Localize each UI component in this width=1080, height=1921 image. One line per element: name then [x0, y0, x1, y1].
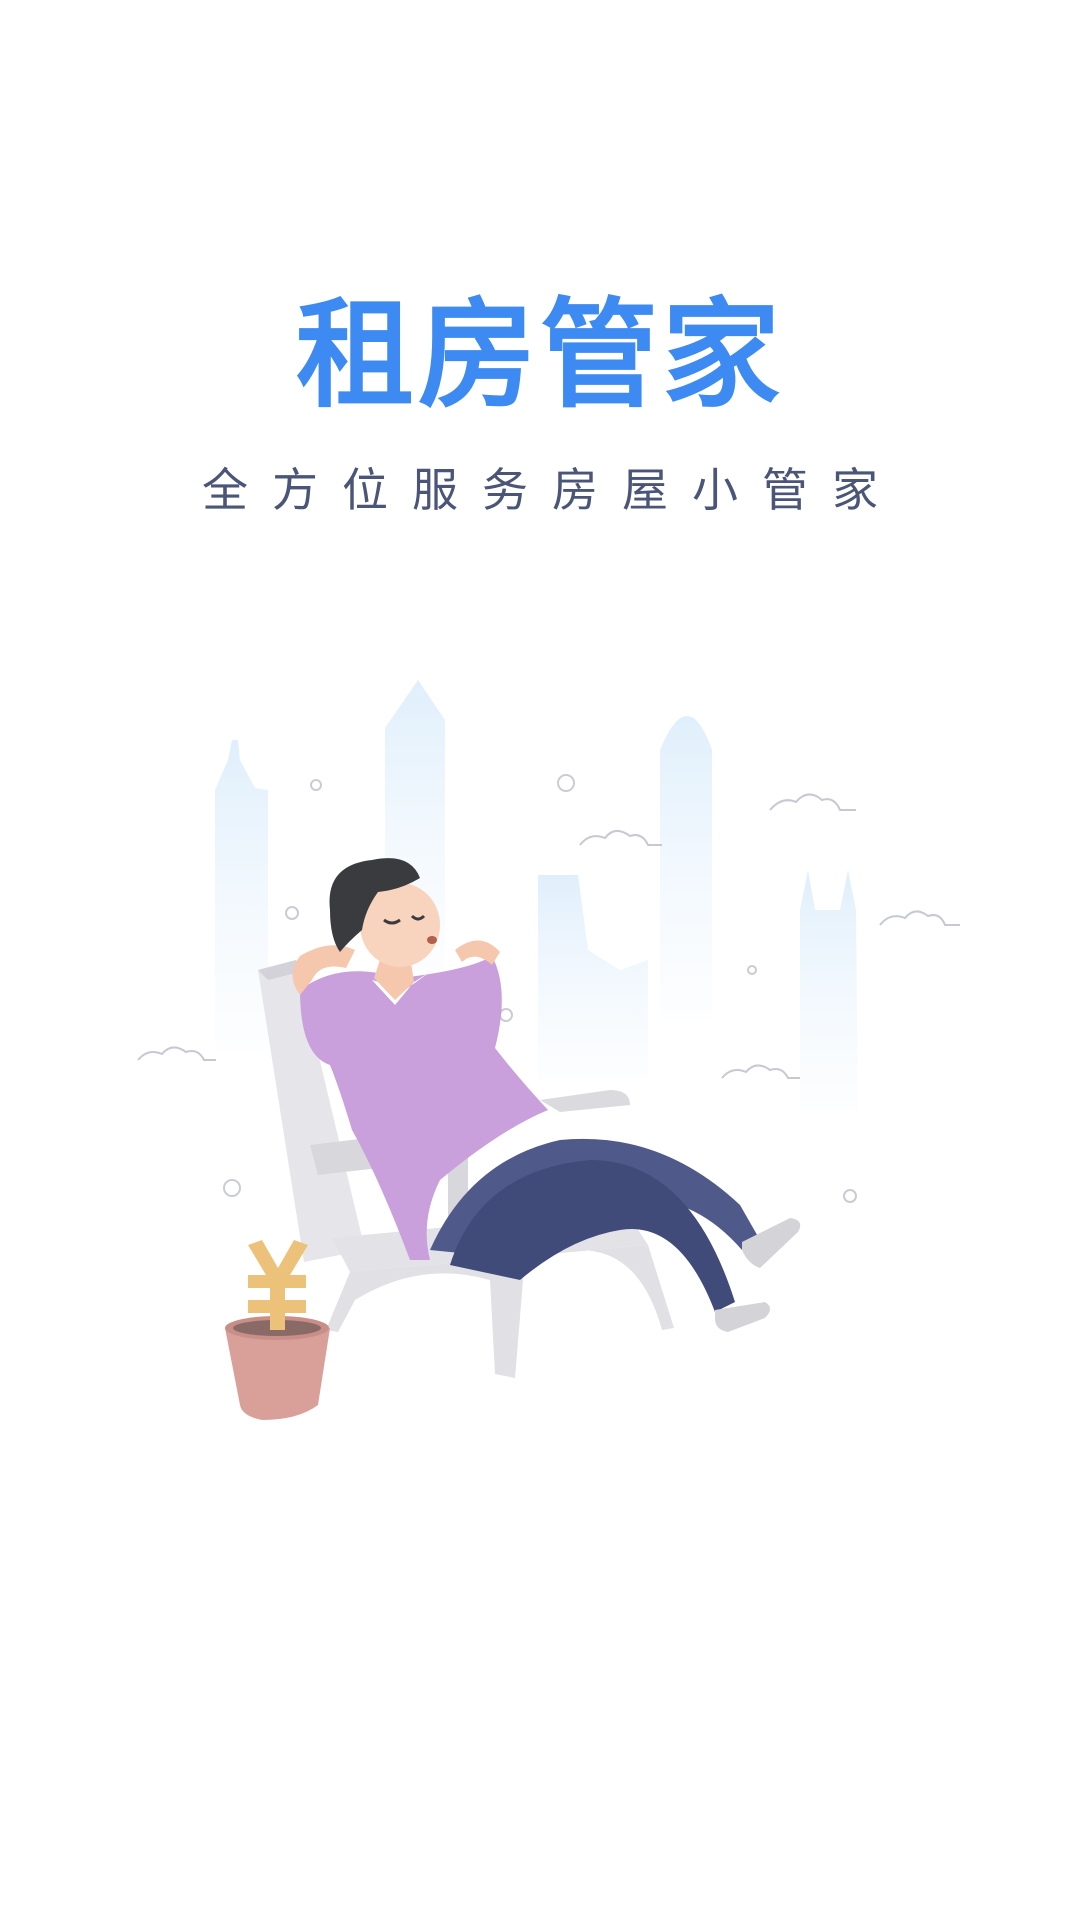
arm-right [455, 940, 500, 965]
dot [843, 1189, 857, 1203]
dot [499, 1008, 513, 1022]
cloud [137, 1046, 216, 1061]
building-mid [538, 875, 648, 1080]
app-title: 租房管家 [295, 286, 784, 424]
relaxing-man-illustration [137, 680, 960, 1420]
dot [557, 774, 575, 792]
tower-right [800, 870, 858, 1110]
tagline: 全方位服务房屋小管家 [202, 463, 902, 517]
cloud [769, 793, 856, 811]
cloud [879, 910, 960, 926]
money-plant [225, 1240, 330, 1420]
yuan-icon [248, 1240, 308, 1330]
tower-left [215, 740, 268, 1050]
flower-pot [225, 1328, 330, 1420]
dot [747, 965, 757, 975]
dot [285, 906, 299, 920]
cloud [579, 830, 662, 846]
splash-screen: { "splash": { "app_title": "租房管家", "tagl… [0, 0, 1080, 1921]
chair-rail [540, 1090, 630, 1112]
mouth [427, 936, 437, 944]
dot [310, 779, 322, 791]
tower-round [660, 716, 712, 1020]
dot [223, 1179, 241, 1197]
cloud [721, 1064, 800, 1079]
